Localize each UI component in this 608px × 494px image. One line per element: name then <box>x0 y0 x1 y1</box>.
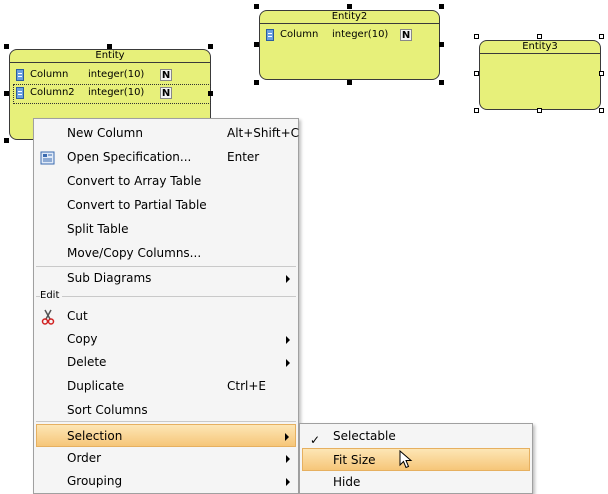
resize-handle[interactable] <box>347 4 352 9</box>
column-selection-outline <box>13 84 211 104</box>
resize-handle[interactable] <box>4 91 9 96</box>
menu-item-grouping[interactable]: Grouping <box>36 470 296 493</box>
menu-item-label: New Column <box>67 126 143 140</box>
menu-separator <box>36 296 296 297</box>
column-name: Column <box>280 29 319 40</box>
entity-column-row[interactable]: Column integer(10) N <box>14 67 204 83</box>
menu-item-label: Convert to Array Table <box>67 174 202 188</box>
menu-item-label: Split Table <box>67 222 129 236</box>
resize-handle[interactable] <box>347 80 352 85</box>
selection-submenu: ✓ Selectable Fit Size Hide <box>299 423 533 494</box>
mouse-cursor-icon <box>399 450 413 469</box>
menu-item-label: Convert to Partial Table <box>67 198 207 212</box>
menu-item-label: Order <box>67 451 102 465</box>
submenu-arrow-icon <box>286 336 290 344</box>
menu-item-copy[interactable]: Copy <box>36 328 296 351</box>
resize-handle[interactable] <box>208 91 213 96</box>
menu-item-order[interactable]: Order <box>36 447 296 470</box>
menu-item-label: Duplicate <box>67 379 125 393</box>
resize-handle[interactable] <box>599 108 604 113</box>
resize-handle[interactable] <box>474 71 479 76</box>
column-name: Column <box>30 69 69 80</box>
submenu-arrow-icon <box>286 359 290 367</box>
entity2-column-row[interactable]: Column integer(10) N <box>264 27 434 43</box>
menu-item-label: Selectable <box>333 429 396 443</box>
menu-item-split-table[interactable]: Split Table <box>36 218 296 241</box>
menu-item-duplicate[interactable]: Duplicate Ctrl+E <box>36 375 296 398</box>
resize-handle[interactable] <box>537 34 542 39</box>
scissors-icon <box>40 309 56 325</box>
resize-handle[interactable] <box>439 42 444 47</box>
column-type: integer(10) <box>332 29 389 40</box>
submenu-arrow-icon <box>286 478 290 486</box>
submenu-arrow-icon <box>286 455 290 463</box>
menu-item-shortcut: Alt+Shift+C <box>227 126 300 140</box>
resize-handle[interactable] <box>474 108 479 113</box>
entity-title: Entity <box>10 50 210 63</box>
column-type: integer(10) <box>88 69 145 80</box>
menu-item-label: Selection <box>67 429 123 443</box>
menu-item-label: Delete <box>67 355 107 369</box>
menu-item-sub-diagrams[interactable]: Sub Diagrams <box>36 267 296 290</box>
menu-item-label: Sort Columns <box>67 403 148 417</box>
menu-item-move-copy-columns[interactable]: Move/Copy Columns... <box>36 242 296 265</box>
menu-item-label: Open Specification... <box>67 150 192 164</box>
resize-handle[interactable] <box>474 34 479 39</box>
submenu-arrow-icon <box>285 433 289 441</box>
menu-item-convert-array[interactable]: Convert to Array Table <box>36 170 296 193</box>
menu-item-open-specification[interactable]: Open Specification... Enter <box>36 146 296 169</box>
menu-item-cut[interactable]: Cut <box>36 305 296 328</box>
nullable-badge: N <box>160 69 172 81</box>
menu-item-selection[interactable]: Selection <box>36 424 296 447</box>
resize-handle[interactable] <box>107 44 112 49</box>
menu-item-delete[interactable]: Delete <box>36 351 296 374</box>
resize-handle[interactable] <box>439 4 444 9</box>
menu-item-convert-partial[interactable]: Convert to Partial Table <box>36 194 296 217</box>
menu-item-shortcut: Enter <box>227 150 260 164</box>
resize-handle[interactable] <box>4 138 9 143</box>
column-icon <box>16 69 24 81</box>
menu-section-edit: Edit <box>40 290 63 301</box>
resize-handle[interactable] <box>208 44 213 49</box>
entity2-box[interactable]: Entity2 Column integer(10) N <box>259 10 440 80</box>
entity2-title: Entity2 <box>260 11 439 24</box>
menu-item-label: Fit Size <box>333 453 376 467</box>
resize-handle[interactable] <box>599 71 604 76</box>
entity3-title: Entity3 <box>480 41 600 54</box>
menu-item-label: Sub Diagrams <box>67 271 152 285</box>
entity3-box[interactable]: Entity3 <box>479 40 601 110</box>
submenu-item-fit-size[interactable]: Fit Size <box>302 448 530 471</box>
resize-handle[interactable] <box>254 80 259 85</box>
resize-handle[interactable] <box>599 34 604 39</box>
menu-item-label: Cut <box>67 309 88 323</box>
resize-handle[interactable] <box>254 42 259 47</box>
submenu-item-hide[interactable]: Hide <box>302 471 530 494</box>
menu-item-label: Hide <box>333 475 361 489</box>
column-icon <box>266 29 274 41</box>
menu-item-sort-columns[interactable]: Sort Columns <box>36 399 296 422</box>
menu-item-label: Grouping <box>67 474 123 488</box>
submenu-item-selectable[interactable]: ✓ Selectable <box>302 425 530 448</box>
menu-item-shortcut: Ctrl+E <box>227 379 266 393</box>
context-menu: New Column Alt+Shift+C Open Specificatio… <box>33 118 299 494</box>
resize-handle[interactable] <box>439 80 444 85</box>
menu-item-label: Move/Copy Columns... <box>67 246 202 260</box>
submenu-arrow-icon <box>286 275 290 283</box>
resize-handle[interactable] <box>4 44 9 49</box>
menu-separator <box>36 421 296 422</box>
resize-handle[interactable] <box>537 108 542 113</box>
menu-item-new-column[interactable]: New Column Alt+Shift+C <box>36 122 300 145</box>
menu-item-label: Copy <box>67 332 98 346</box>
nullable-badge: N <box>400 29 412 41</box>
specification-icon <box>40 150 56 166</box>
resize-handle[interactable] <box>254 4 259 9</box>
